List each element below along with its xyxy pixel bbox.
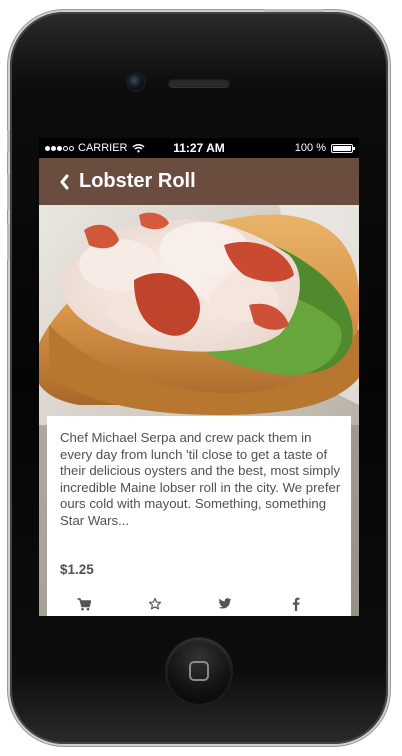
twitter-icon xyxy=(218,598,232,609)
cart-icon xyxy=(77,597,91,610)
share-twitter-button[interactable] xyxy=(213,592,237,616)
battery-icon xyxy=(331,143,355,153)
status-right: 100 % xyxy=(294,138,355,158)
home-square-icon xyxy=(189,661,209,681)
product-description: Chef Michael Serpa and crew pack them in… xyxy=(60,430,341,528)
power-button xyxy=(264,9,324,12)
volume-down-button xyxy=(7,224,10,260)
share-facebook-button[interactable] xyxy=(284,592,308,616)
app-screen: CARRIER 11:27 AM 100 % Lobster Roll Chef… xyxy=(39,138,359,616)
add-to-cart-button[interactable] xyxy=(72,592,96,616)
battery-percent: 100 % xyxy=(294,142,326,154)
back-button[interactable] xyxy=(57,172,71,192)
chevron-left-icon xyxy=(60,174,69,189)
action-bar xyxy=(47,592,351,616)
earpiece-speaker xyxy=(168,78,230,87)
facebook-icon xyxy=(292,597,300,611)
favorite-button[interactable] xyxy=(143,592,167,616)
page-title: Lobster Roll xyxy=(79,170,196,192)
status-bar: CARRIER 11:27 AM 100 % xyxy=(39,138,359,158)
volume-up-button xyxy=(7,174,10,210)
product-price: $1.25 xyxy=(60,562,94,577)
navigation-bar: Lobster Roll xyxy=(39,158,359,205)
star-icon xyxy=(148,597,162,610)
home-button[interactable] xyxy=(166,638,232,704)
product-card: Chef Michael Serpa and crew pack them in… xyxy=(47,416,351,616)
mute-switch xyxy=(7,130,10,152)
front-camera xyxy=(128,74,144,90)
phone-frame: CARRIER 11:27 AM 100 % Lobster Roll Chef… xyxy=(7,9,388,744)
